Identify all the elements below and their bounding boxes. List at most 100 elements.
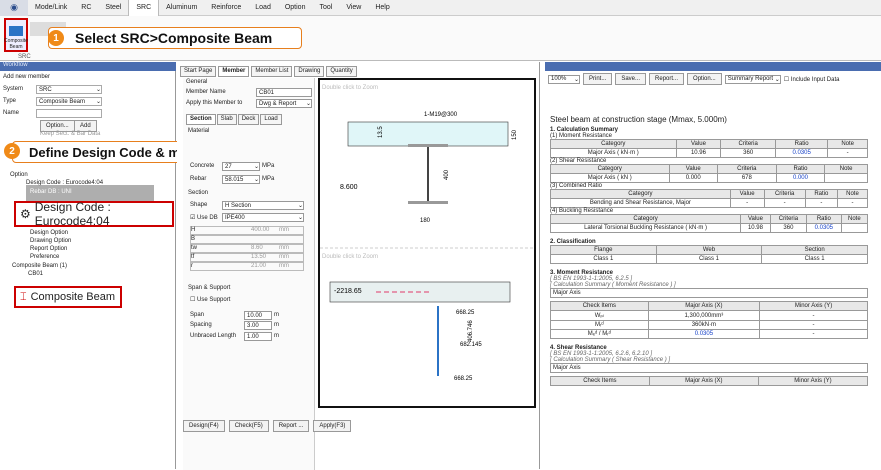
subtab-slab[interactable]: Slab <box>216 114 237 125</box>
menu-load[interactable]: Load <box>248 0 278 16</box>
type-select[interactable]: Composite Beam ⌄ <box>36 97 102 106</box>
unbraced-label: Unbraced Length <box>190 333 237 339</box>
apply-member-label: Apply this Member to <box>186 100 243 106</box>
tree-report-option[interactable]: Report Option <box>30 246 67 252</box>
summary-select[interactable]: Summary Report ⌄ <box>724 74 781 84</box>
col-header: Note <box>836 189 869 199</box>
apply-select[interactable]: Dwg & Report ⌄ <box>256 99 312 108</box>
concrete-select[interactable]: 27 ⌄ <box>222 162 260 171</box>
cell: Class 1 <box>655 254 763 264</box>
step-2-badge: 2 <box>4 143 20 159</box>
report-btn[interactable]: Report... <box>649 73 685 85</box>
menu-help[interactable]: Help <box>368 0 396 16</box>
unbraced-input[interactable]: 1.00 <box>244 332 272 341</box>
chevron-down-icon: ⌄ <box>95 99 101 105</box>
dim-400: 400 <box>444 169 450 180</box>
report-content: Steel beam at construction stage (Mmax, … <box>549 115 869 386</box>
spacing-input[interactable]: 3.00 <box>244 321 272 330</box>
system-label: System <box>3 86 24 92</box>
db-value: IPE400 <box>225 214 245 221</box>
col-header: Minor Axis (Y) <box>759 301 868 311</box>
drawing-canvas[interactable]: Double click to Zoom 1-M19@300 13.5 150 … <box>318 78 536 408</box>
composite-beam-button[interactable]: Composite Beam <box>4 18 28 52</box>
design-code-highlight[interactable]: ⚙ Design Code : Eurocode4:04 <box>14 200 174 228</box>
span-input[interactable]: 10.00 <box>244 311 272 320</box>
cell: 0.000 <box>668 173 718 183</box>
menu-option[interactable]: Option <box>278 0 313 16</box>
tab-quantity[interactable]: Quantity <box>326 66 357 77</box>
dim-row[interactable]: H 400.00 mm <box>190 226 304 235</box>
design-button[interactable]: Design(F4) <box>183 420 225 432</box>
menu-steel[interactable]: Steel <box>98 0 128 16</box>
chevron-down-icon: ⌄ <box>297 203 303 209</box>
subtab-section[interactable]: Section <box>186 114 216 125</box>
apply-button[interactable]: Apply(F3) <box>313 420 352 432</box>
tree-rebar-db[interactable]: Rebar DB : UNI <box>30 189 72 195</box>
app-menu-button[interactable]: ◉ <box>0 0 28 16</box>
include-input-checkbox[interactable]: ☐ Include Input Data <box>784 76 840 83</box>
menu-aluminum[interactable]: Aluminum <box>159 0 204 16</box>
subtab-load[interactable]: Load <box>260 114 282 125</box>
force-1: -2218.65 <box>334 288 362 295</box>
dim-row[interactable]: tw 8.60 mm <box>190 244 304 253</box>
slab-shape <box>347 121 509 147</box>
col-header: Criteria <box>763 189 806 199</box>
subtab-deck[interactable]: Deck <box>237 114 260 125</box>
cell: 678 <box>716 173 777 183</box>
name-input[interactable] <box>36 109 102 118</box>
tab-member[interactable]: Member <box>218 66 250 77</box>
menu-src[interactable]: SRC <box>128 0 160 16</box>
system-select[interactable]: SRC ⌄ <box>36 85 102 94</box>
dim-row[interactable]: B <box>190 235 304 244</box>
menu-tool[interactable]: Tool <box>312 0 339 16</box>
table-row: Class 1 Class 1 Class 1 <box>550 254 868 264</box>
menu-rc[interactable]: RC <box>74 0 98 16</box>
option-btn[interactable]: Option... <box>687 73 722 85</box>
design-code-label: Design Code : Eurocode4:04 <box>34 200 111 228</box>
zoom-select[interactable]: 100% ⌄ <box>548 74 580 84</box>
keep-sect-checkbox[interactable]: Keep Sect. & Bar Data <box>40 131 100 137</box>
tree-option[interactable]: Option <box>10 172 28 178</box>
rebar-select[interactable]: 58.015 ⌄ <box>222 175 260 184</box>
dim-key: tf <box>191 254 195 260</box>
tab-start-page[interactable]: Start Page <box>180 66 217 77</box>
tab-member-list[interactable]: Member List <box>251 66 293 77</box>
menu-mode-link[interactable]: Mode/Link <box>28 0 74 16</box>
cell <box>824 173 868 183</box>
db-select[interactable]: IPE400 ⌄ <box>222 213 304 222</box>
print-button[interactable]: Print... <box>583 73 613 85</box>
save-button[interactable]: Save... <box>615 73 647 85</box>
use-db-checkbox[interactable]: ☑ Use DB <box>190 214 218 221</box>
unbraced-unit: m <box>274 333 279 339</box>
tree-cb01[interactable]: CB01 <box>28 271 43 277</box>
general-label: General <box>186 79 208 85</box>
tree-composite-beam[interactable]: Composite Beam (1) <box>12 263 67 269</box>
major-axis-label: Major Axis <box>553 290 581 296</box>
dim-row[interactable]: tf 13.50 mm <box>190 253 304 262</box>
col-header: Ratio <box>804 189 838 199</box>
report-toolbar: 100% ⌄ Print... Save... Report... Option.… <box>548 73 839 85</box>
member-name-input[interactable]: CB01 <box>256 88 312 97</box>
cell: 10.96 <box>675 148 722 158</box>
doc-tabs: Start Page Member Member List Drawing Qu… <box>180 66 357 77</box>
shape-label: Shape <box>190 202 208 208</box>
shape-select[interactable]: H Section ⌄ <box>222 201 304 210</box>
dim-row[interactable]: r 21.00 mm <box>190 262 304 271</box>
menu-view[interactable]: View <box>339 0 368 16</box>
spacing-label: Spacing <box>190 322 212 328</box>
cell: 0.0305 <box>647 329 761 339</box>
composite-beam-highlight[interactable]: ⌶ Composite Beam <box>14 286 122 308</box>
major-axis-bar-2: Major Axis <box>550 363 868 373</box>
tree-drawing-option[interactable]: Drawing Option <box>30 238 71 244</box>
tree-design-option[interactable]: Design Option <box>30 230 68 236</box>
check-button[interactable]: Check(F5) <box>228 420 269 432</box>
dim-value: 400.00 <box>251 227 270 233</box>
use-support-checkbox[interactable]: ☐ Use Support <box>190 296 230 303</box>
tab-drawing[interactable]: Drawing <box>294 66 325 77</box>
menu-reinforce[interactable]: Reinforce <box>204 0 248 16</box>
col-header: Ratio <box>774 139 829 149</box>
col-header: Criteria <box>720 139 776 149</box>
tree-preference[interactable]: Preference <box>30 254 59 260</box>
report-button[interactable]: Report ... <box>272 420 310 432</box>
col-header: Major Axis (X) <box>648 376 759 386</box>
